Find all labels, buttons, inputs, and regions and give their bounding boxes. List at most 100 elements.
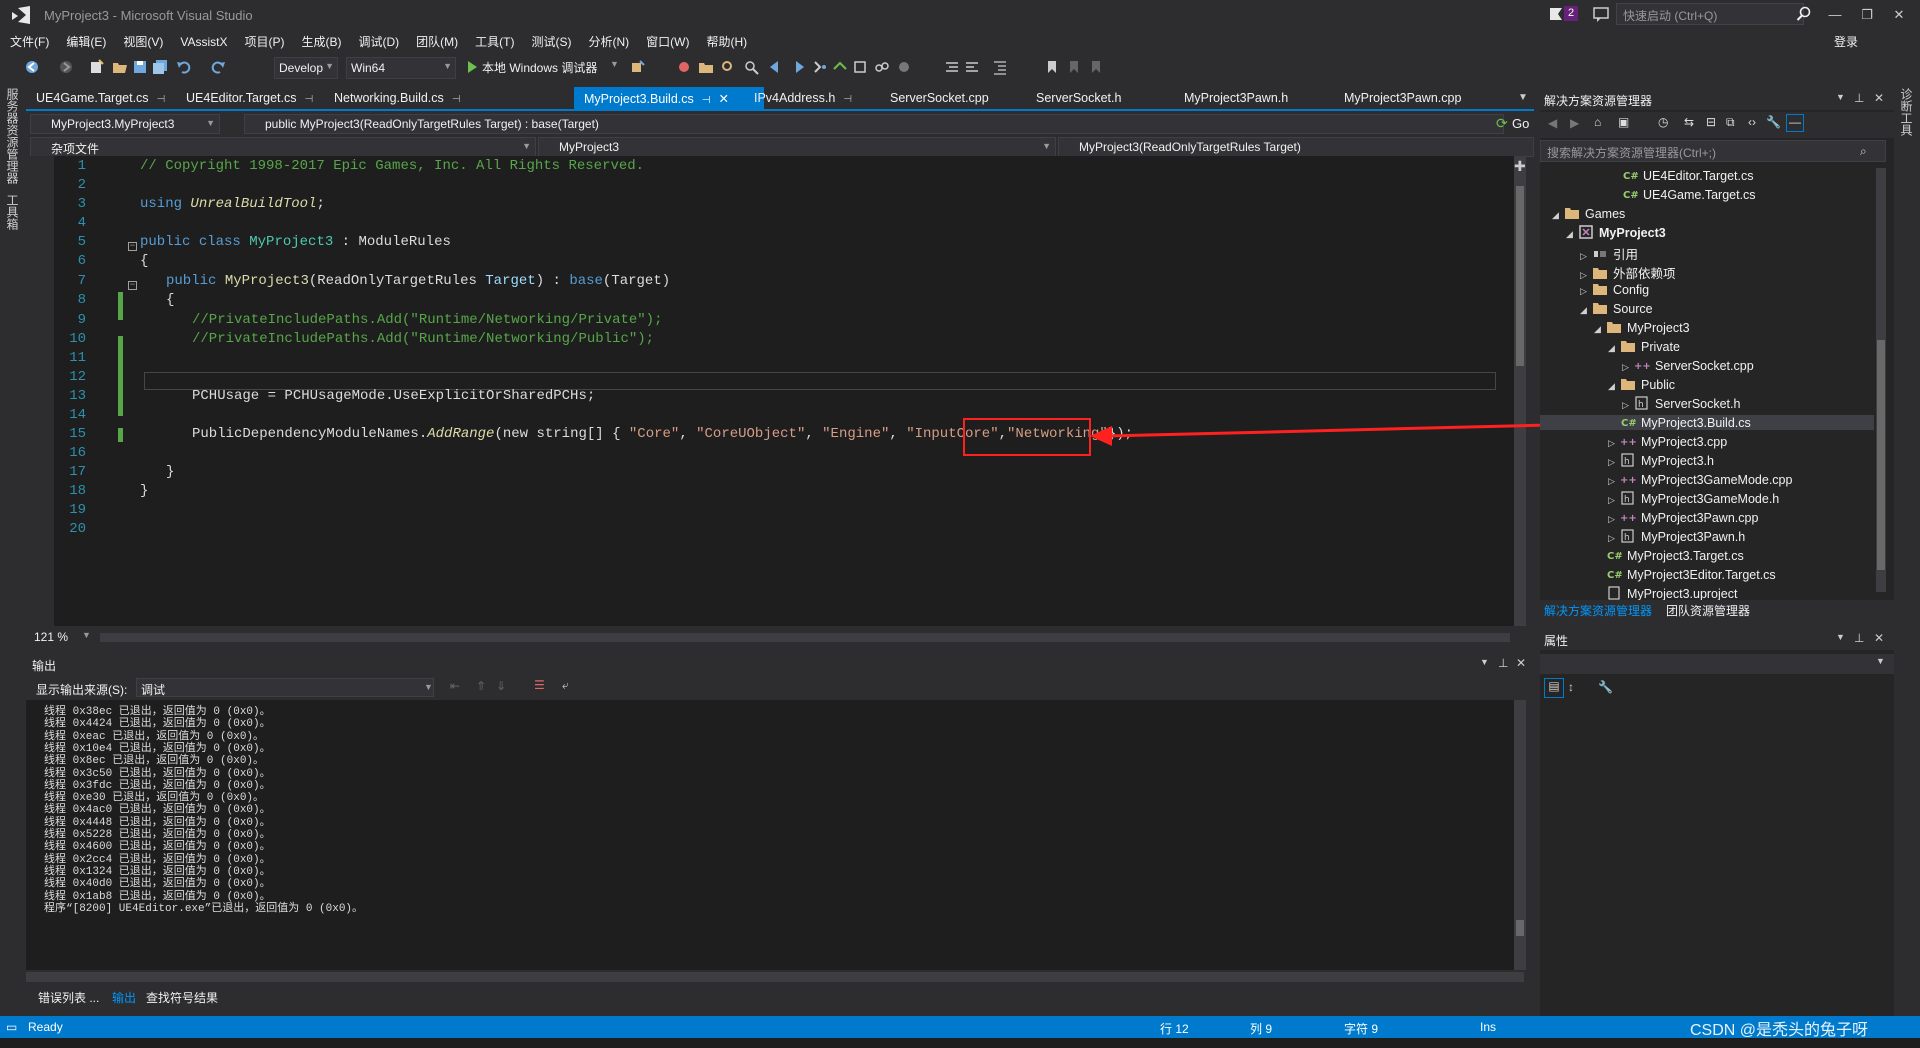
solution-platform-combo[interactable]: Win64 ▼	[346, 57, 456, 79]
close-panel-icon[interactable]: ✕	[1516, 656, 1526, 670]
expander-icon[interactable]: ▷	[1608, 457, 1620, 468]
search-icon[interactable]: ⌕	[1860, 144, 1867, 159]
pin-icon[interactable]: ⊣	[304, 94, 313, 105]
menu-item-0[interactable]: 文件(F)	[0, 30, 56, 52]
attach-process-icon[interactable]	[630, 59, 646, 75]
tree-item[interactable]: ▷ ++ MyProject3GameMode.cpp	[1608, 472, 1792, 487]
quick-launch-input[interactable]: 快速启动 (Ctrl+Q)	[1616, 3, 1804, 25]
tab-ue4game-target[interactable]: UE4Game.Target.cs ⊣	[26, 87, 172, 109]
tab-solution-explorer[interactable]: 解决方案资源管理器	[1544, 602, 1652, 619]
expander-icon[interactable]: ◢	[1580, 305, 1592, 316]
menu-item-12[interactable]: 帮助(H)	[696, 30, 754, 52]
tree-item[interactable]: MyProject3.uproject	[1594, 586, 1737, 601]
tree-item[interactable]: ▷ h MyProject3GameMode.h	[1608, 491, 1779, 506]
class-combo[interactable]: MyProject3.MyProject3 ▼	[30, 114, 220, 134]
tab-myproject3-build[interactable]: MyProject3.Build.cs ⊣ ✕	[574, 87, 764, 109]
forward-icon[interactable]	[58, 59, 74, 75]
back-icon[interactable]	[24, 59, 40, 75]
close-panel-icon[interactable]: ✕	[1874, 91, 1884, 105]
menu-item-10[interactable]: 分析(N)	[578, 30, 636, 52]
bookmark-prev-icon[interactable]	[768, 59, 784, 75]
solution-scroll-thumb[interactable]	[1877, 340, 1885, 570]
tree-item[interactable]: C# UE4Editor.Target.cs	[1610, 168, 1753, 183]
code-editor[interactable]: 1 2 3 4 5 6 7 8 9 10 11 12 13 14 15 16 17 18 19 20 − − // C…	[26, 156, 1526, 626]
pin-icon[interactable]: ⊣	[843, 94, 852, 105]
pin-icon[interactable]: ⊣	[702, 95, 711, 106]
tree-item[interactable]: ◢ MyProject3	[1594, 320, 1690, 335]
sign-in-link[interactable]: 登录	[1834, 33, 1858, 50]
tab-find-symbol-results[interactable]: 查找符号结果	[146, 989, 218, 1006]
output-horizontal-scrollbar[interactable]	[26, 972, 1524, 982]
show-all-files-icon[interactable]: ⧉	[1726, 115, 1735, 130]
solution-configuration-combo[interactable]: Develop ▼	[274, 57, 338, 79]
prev-message-icon[interactable]: ⇑	[476, 679, 486, 693]
solution-search-input[interactable]: 搜索解决方案资源管理器(Ctrl+;)	[1540, 140, 1886, 162]
tree-item[interactable]: ▷ 外部依赖项	[1580, 263, 1676, 282]
editor-horizontal-scrollbar[interactable]	[100, 633, 1510, 642]
tab-networking-build[interactable]: Networking.Build.cs ⊣	[324, 87, 470, 109]
tab-ue4editor-target[interactable]: UE4Editor.Target.cs ⊣	[176, 87, 326, 109]
tree-item[interactable]: ◢ Games	[1552, 206, 1625, 221]
switch-views-icon[interactable]: ▣	[1618, 115, 1629, 129]
chevron-down-icon[interactable]: ▼	[1836, 92, 1845, 102]
find-message-icon[interactable]: ⇤	[450, 679, 460, 693]
menu-item-8[interactable]: 工具(T)	[465, 30, 521, 52]
project-combo[interactable]: MyProject3 ▼	[538, 137, 1056, 157]
expander-icon[interactable]: ▷	[1622, 400, 1634, 411]
menu-item-5[interactable]: 生成(B)	[291, 30, 348, 52]
diagnostic-tools-tab[interactable]: 诊断工具	[1899, 88, 1915, 136]
tree-item[interactable]: ▷ ++ MyProject3Pawn.cpp	[1608, 510, 1758, 525]
start-debugger-button[interactable]: 本地 Windows 调试器	[482, 59, 597, 76]
tree-item[interactable]: ▷ 引用	[1580, 244, 1638, 263]
chevron-down-icon[interactable]: ▼	[424, 682, 433, 692]
chevron-down-icon[interactable]: ▼	[82, 630, 91, 640]
tree-item[interactable]: ▷ h MyProject3Pawn.h	[1608, 529, 1745, 544]
forward-icon[interactable]: ▶	[1570, 116, 1579, 130]
feedback-icon[interactable]	[1592, 5, 1610, 23]
uncomment-icon[interactable]	[964, 59, 980, 75]
chevron-down-icon[interactable]: ▼	[1876, 656, 1885, 666]
find-icon[interactable]	[744, 59, 760, 75]
tree-item[interactable]: C# MyProject3.Target.cs	[1594, 548, 1744, 563]
bookmark-clear-icon[interactable]	[1066, 59, 1082, 75]
pending-changes-icon[interactable]: ◷	[1658, 115, 1668, 129]
split-editor-icon[interactable]: ✚	[1514, 158, 1526, 175]
comment-out-icon[interactable]	[944, 59, 960, 75]
view-code-icon[interactable]: ‹›	[1748, 115, 1756, 129]
minimize-button[interactable]: —	[1820, 4, 1850, 26]
word-wrap-icon[interactable]: ⤶	[562, 678, 569, 693]
tab-output[interactable]: 输出	[112, 989, 136, 1006]
server-explorer-tab[interactable]: 服务器资源管理器	[5, 88, 21, 184]
toolbox-tab[interactable]: 工具箱	[5, 194, 21, 230]
scope-combo[interactable]: 杂项文件 ▼	[30, 137, 536, 157]
close-button[interactable]: ✕	[1884, 4, 1914, 26]
outdent-icon[interactable]	[992, 59, 1008, 75]
property-pages-icon[interactable]: 🔧	[1598, 680, 1613, 694]
go-icon[interactable]: ⟳	[1496, 115, 1508, 132]
menu-item-1[interactable]: 编辑(E)	[56, 30, 113, 52]
chevron-down-icon[interactable]: ▼	[1836, 632, 1845, 642]
tab-error-list[interactable]: 错误列表 ...	[38, 989, 99, 1006]
tree-item[interactable]: C# UE4Game.Target.cs	[1610, 187, 1756, 202]
editor-scroll-thumb[interactable]	[1516, 186, 1524, 366]
menu-item-9[interactable]: 测试(S)	[521, 30, 578, 52]
bookmark-folder-icon[interactable]	[1088, 59, 1104, 75]
tree-item[interactable]: C# MyProject3Editor.Target.cs	[1594, 567, 1776, 582]
properties-wrench-icon[interactable]: 🔧	[1766, 115, 1781, 129]
categorized-icon[interactable]: ▤	[1544, 678, 1564, 698]
bookmark-icon[interactable]	[1044, 59, 1060, 75]
build-icon[interactable]	[676, 59, 692, 75]
expander-icon[interactable]: ▷	[1580, 286, 1592, 297]
save-all-icon[interactable]	[152, 59, 168, 75]
pin-icon[interactable]: ⊣	[157, 94, 166, 105]
tab-myproject3pawn-h[interactable]: MyProject3Pawn.h	[1174, 87, 1304, 109]
collapse-all-icon[interactable]: ⊟	[1706, 115, 1716, 129]
chevron-down-icon[interactable]: ▼	[1480, 657, 1489, 667]
preview-selected-icon[interactable]: —	[1786, 114, 1804, 132]
find-in-files-icon[interactable]	[720, 59, 736, 75]
home-icon[interactable]: ⌂	[1594, 115, 1601, 129]
folder-icon[interactable]	[698, 59, 714, 75]
menu-item-11[interactable]: 窗口(W)	[636, 30, 696, 52]
chevron-down-icon[interactable]: ▼	[610, 59, 619, 69]
next-message-icon[interactable]: ⇓	[496, 679, 506, 693]
